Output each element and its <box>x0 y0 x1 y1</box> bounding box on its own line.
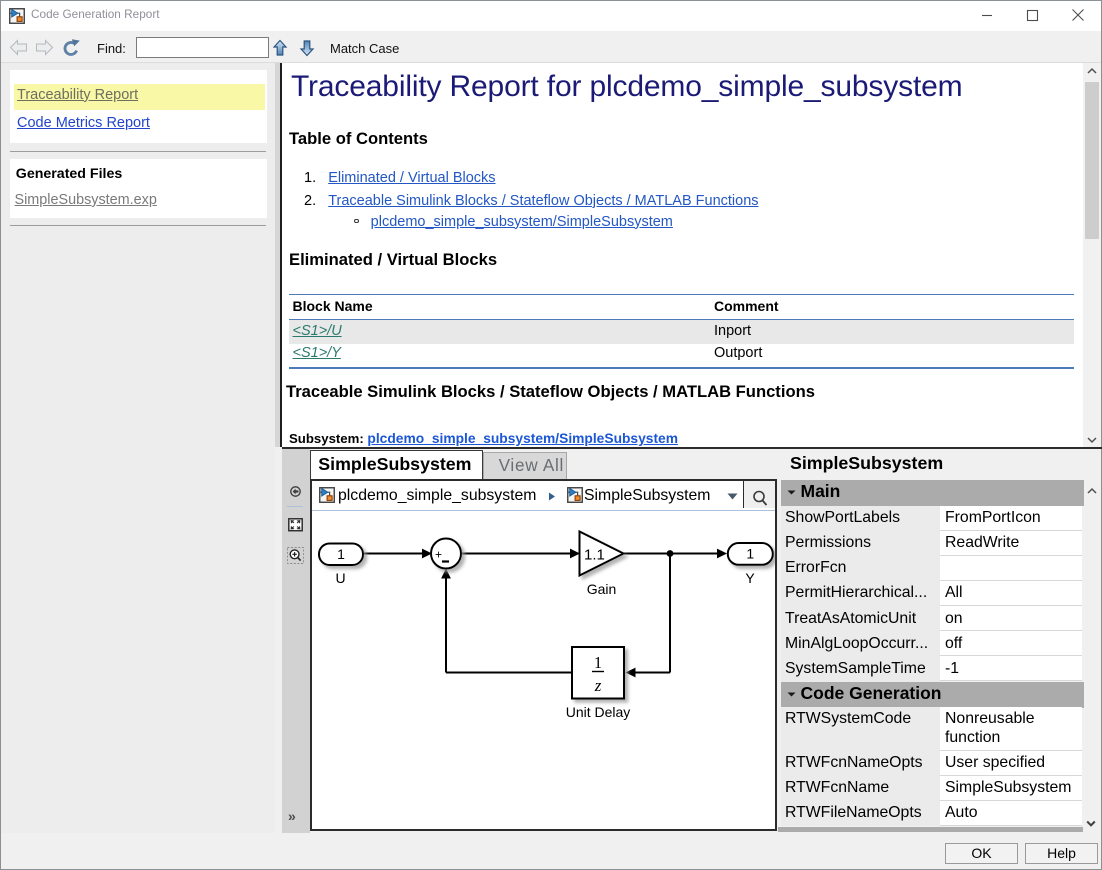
svg-text:Gain: Gain <box>587 581 617 597</box>
svg-text:+: + <box>435 548 442 562</box>
svg-text:z: z <box>594 676 602 695</box>
svg-text:1.1: 1.1 <box>584 547 605 564</box>
svg-text:1: 1 <box>746 546 754 562</box>
svg-text:Y: Y <box>745 570 755 586</box>
svg-text:1: 1 <box>337 546 345 562</box>
svg-text:1: 1 <box>594 653 602 672</box>
svg-text:U: U <box>335 570 345 586</box>
svg-text:Unit Delay: Unit Delay <box>566 704 631 720</box>
